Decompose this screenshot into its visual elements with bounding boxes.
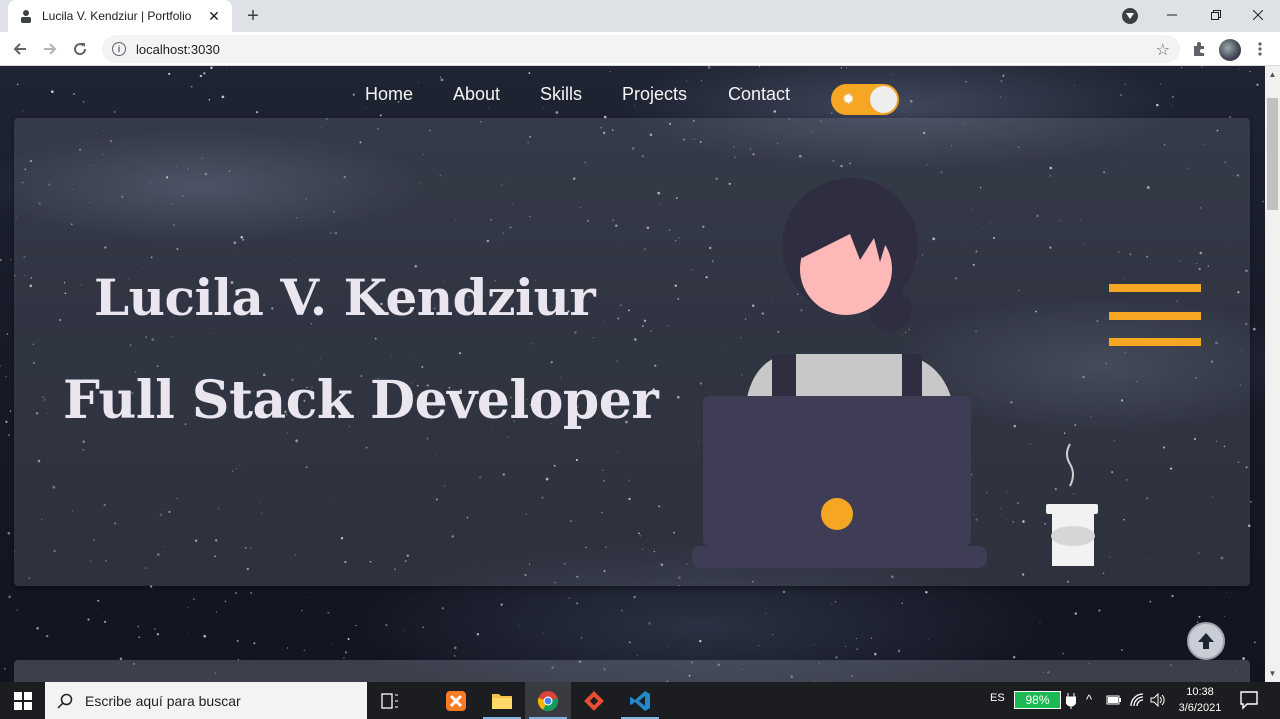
minimize-icon[interactable] bbox=[1150, 0, 1194, 30]
scrollbar-thumb[interactable] bbox=[1267, 98, 1278, 210]
windows-logo-icon bbox=[13, 691, 32, 710]
restore-icon[interactable] bbox=[1194, 0, 1238, 30]
power-plug-icon bbox=[1066, 693, 1076, 709]
taskbar-search[interactable]: Escribe aquí para buscar bbox=[45, 682, 367, 719]
nav-projects[interactable]: Projects bbox=[622, 84, 687, 105]
page-viewport: Home About Skills Projects Contact ✹ Luc… bbox=[0, 66, 1265, 682]
wifi-icon[interactable] bbox=[1130, 693, 1146, 707]
site-info-icon[interactable]: i bbox=[112, 42, 126, 56]
task-view-icon[interactable] bbox=[367, 682, 413, 719]
page-scrollbar[interactable]: ▲ ▼ bbox=[1265, 66, 1280, 682]
back-to-top-button[interactable] bbox=[1187, 622, 1225, 660]
about-section-card bbox=[14, 660, 1250, 682]
close-tab-icon[interactable]: ✕ bbox=[206, 8, 222, 24]
address-url: localhost:3030 bbox=[136, 41, 220, 57]
theme-toggle[interactable]: ✹ bbox=[831, 84, 899, 115]
xampp-icon[interactable] bbox=[433, 682, 479, 719]
forward-arrow-icon[interactable] bbox=[40, 39, 60, 59]
vscode-icon[interactable] bbox=[617, 682, 663, 719]
hamburger-menu-icon[interactable] bbox=[1109, 284, 1201, 348]
developer-illustration bbox=[692, 178, 1098, 568]
file-explorer-icon[interactable] bbox=[479, 682, 525, 719]
battery-indicator[interactable]: 98% bbox=[1014, 691, 1061, 709]
language-indicator[interactable]: ES bbox=[990, 692, 1005, 704]
hero-name: Lucila V. Kendziur bbox=[94, 268, 596, 327]
hero-role: Full Stack Developer bbox=[63, 370, 659, 431]
back-arrow-icon[interactable] bbox=[10, 39, 30, 59]
extensions-puzzle-icon[interactable] bbox=[1189, 39, 1209, 59]
browser-tab[interactable]: Lucila V. Kendziur | Portfolio ✕ bbox=[8, 0, 232, 32]
user-avatar[interactable] bbox=[1219, 39, 1241, 61]
arrow-up-icon bbox=[1198, 633, 1214, 649]
windows-start-button[interactable] bbox=[0, 682, 45, 719]
chrome-taskbar-icon[interactable] bbox=[525, 682, 571, 719]
nav-about[interactable]: About bbox=[453, 84, 500, 105]
clock-date: 3/6/2021 bbox=[1178, 702, 1222, 714]
search-icon bbox=[57, 693, 73, 709]
scroll-up-arrow-icon[interactable]: ▲ bbox=[1268, 70, 1277, 79]
sun-icon: ✹ bbox=[842, 91, 855, 108]
nav-skills[interactable]: Skills bbox=[540, 84, 582, 105]
toggle-knob bbox=[870, 86, 897, 113]
clock-time: 10:38 bbox=[1186, 686, 1214, 698]
search-placeholder: Escribe aquí para buscar bbox=[85, 692, 241, 709]
show-hidden-icons[interactable]: ^ bbox=[1086, 692, 1092, 707]
battery-tray-icon[interactable] bbox=[1106, 695, 1122, 705]
top-nav: Home About Skills Projects Contact bbox=[0, 84, 1265, 110]
browser-toolbar: i localhost:3030 ☆ bbox=[0, 32, 1280, 66]
portfolio-favicon-icon bbox=[18, 8, 34, 24]
chrome-profile-icon[interactable] bbox=[1122, 8, 1138, 24]
address-bar[interactable]: i localhost:3030 ☆ bbox=[102, 35, 1180, 63]
windows-taskbar: Escribe aquí para buscar ES 98% ^ 10:38 … bbox=[0, 682, 1280, 719]
nav-home[interactable]: Home bbox=[365, 84, 413, 105]
system-clock[interactable]: 10:38 3/6/2021 bbox=[1172, 684, 1228, 716]
close-window-icon[interactable] bbox=[1236, 0, 1280, 30]
new-tab-icon[interactable]: + bbox=[243, 5, 263, 27]
git-icon[interactable] bbox=[571, 682, 617, 719]
scroll-down-arrow-icon[interactable]: ▼ bbox=[1268, 669, 1277, 678]
notifications-icon[interactable] bbox=[1238, 689, 1260, 711]
nav-contact[interactable]: Contact bbox=[728, 84, 790, 105]
browser-titlebar: Lucila V. Kendziur | Portfolio ✕ + bbox=[0, 0, 1280, 32]
bookmark-star-icon[interactable]: ☆ bbox=[1156, 40, 1170, 60]
reload-icon[interactable] bbox=[70, 39, 90, 59]
chrome-menu-icon[interactable] bbox=[1250, 39, 1270, 59]
tab-title: Lucila V. Kendziur | Portfolio bbox=[42, 9, 192, 23]
volume-icon[interactable] bbox=[1150, 693, 1166, 707]
